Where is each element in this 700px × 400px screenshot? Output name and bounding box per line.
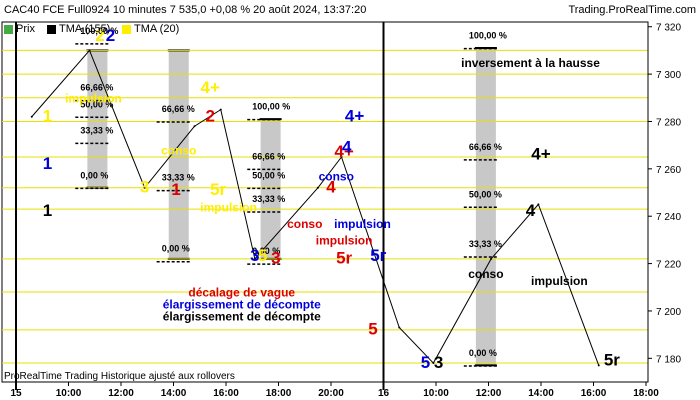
x-tick-label-6: 20:00 bbox=[318, 388, 344, 399]
wave-annotation-6: 3 bbox=[140, 178, 149, 197]
x-tick-label-12: 18:00 bbox=[633, 388, 659, 399]
bar-percent-label-11: 33,33 % bbox=[252, 194, 285, 204]
legend-item-tma155[interactable]: TMA (155) bbox=[47, 23, 110, 35]
bar-percent-label-7: 0,00 % bbox=[162, 244, 190, 254]
wave-point-0-6 bbox=[316, 186, 319, 189]
legend-swatch-tma20 bbox=[122, 24, 131, 34]
bar-percent-label-4: 0,00 % bbox=[80, 170, 108, 180]
wave-annotation-1: 1 bbox=[43, 154, 52, 173]
wave-annotation-21: impulsion bbox=[334, 217, 391, 231]
bar-percent-label-3: 33,33 % bbox=[80, 125, 113, 135]
x-tick-label-3: 14:00 bbox=[161, 388, 187, 399]
x-tick-label-9: 12:00 bbox=[476, 388, 502, 399]
wave-annotation-22: conso bbox=[319, 170, 354, 184]
y-tick-label-4: 7 260 bbox=[656, 165, 681, 176]
x-tick-label-4: 16:00 bbox=[213, 388, 239, 399]
x-tick-label-5: 18:00 bbox=[266, 388, 292, 399]
wave-annotation-35: 4+ bbox=[531, 144, 550, 163]
legend-item-tma20[interactable]: TMA (20) bbox=[122, 23, 179, 35]
x-tick-label-1: 10:00 bbox=[56, 388, 82, 399]
wave-annotation-0: 1 bbox=[43, 106, 52, 125]
wave-annotation-34: inversement à la hausse bbox=[461, 56, 600, 70]
bar-percent-label-5: 66,66 % bbox=[162, 104, 195, 114]
y-tick-label-3: 7 240 bbox=[656, 212, 681, 223]
wave-annotation-25: 4 bbox=[342, 137, 352, 156]
wave-point-0-8 bbox=[398, 326, 401, 329]
wave-annotation-7: 1 bbox=[171, 180, 180, 199]
wave-annotation-28: 5r bbox=[370, 246, 386, 265]
wave-annotation-30: 5 bbox=[421, 353, 430, 372]
wave-annotation-33: impulsion bbox=[531, 274, 588, 288]
x-tick-label-10: 14:00 bbox=[528, 388, 554, 399]
wave-point-0-4 bbox=[219, 108, 222, 111]
chart-header: CAC40 FCE Full0924 10 minutes 7 535,0 +0… bbox=[0, 0, 700, 20]
wave-annotation-27: 5r bbox=[336, 249, 352, 268]
legend-swatch-price bbox=[4, 24, 13, 34]
chart-title: CAC40 FCE Full0924 10 minutes 7 535,0 +0… bbox=[4, 4, 367, 16]
legend-label-tma20: TMA (20) bbox=[134, 23, 180, 35]
wave-point-0-10 bbox=[490, 257, 493, 260]
bar-percent-label-9: 66,66 % bbox=[252, 151, 285, 161]
bar-percent-label-15: 50,00 % bbox=[469, 189, 502, 199]
legend-label-tma155: TMA (155) bbox=[59, 23, 111, 35]
wave-annotation-36: 4 bbox=[526, 201, 536, 220]
wave-point-0-3 bbox=[193, 125, 196, 128]
footer-note: ProRealTime Trading Historique ajusté au… bbox=[4, 371, 235, 382]
x-tick-label-8: 10:00 bbox=[423, 388, 449, 399]
brand-label: Trading.ProRealTime.com bbox=[568, 4, 696, 16]
x-tick-label-11: 16:00 bbox=[581, 388, 607, 399]
wave-point-0-12 bbox=[597, 364, 600, 367]
bar-percent-label-10: 50,00 % bbox=[252, 170, 285, 180]
wave-annotation-17: 5 bbox=[258, 246, 267, 265]
x-tick-label-7: 16 bbox=[378, 388, 390, 399]
indicator-legend: Prix TMA (155) TMA (20) bbox=[0, 20, 700, 38]
wave-annotation-32: conso bbox=[468, 267, 503, 281]
legend-item-price[interactable]: Prix bbox=[4, 23, 35, 35]
wave-annotation-2: 1 bbox=[43, 201, 52, 220]
y-tick-label-1: 7 200 bbox=[656, 307, 681, 318]
bar-percent-label-17: 0,00 % bbox=[469, 348, 497, 358]
y-tick-label-6: 7 300 bbox=[656, 70, 681, 81]
wave-point-0-11 bbox=[537, 203, 540, 206]
wave-annotation-26: 4+ bbox=[345, 106, 364, 125]
bar-percent-label-16: 33,33 % bbox=[469, 239, 502, 249]
x-tick-label-0: 15 bbox=[10, 388, 22, 399]
y-tick-label-2: 7 220 bbox=[656, 260, 681, 271]
wave-point-0-0 bbox=[30, 115, 33, 118]
y-tick-label-5: 7 280 bbox=[656, 117, 681, 128]
wave-point-0-1 bbox=[88, 49, 91, 52]
wave-annotation-23: 4 bbox=[326, 178, 336, 197]
wave-annotation-31: 3 bbox=[434, 353, 443, 372]
wave-annotation-18: 3 bbox=[271, 249, 280, 268]
wave-annotation-15: élargissement de décompte bbox=[163, 309, 321, 323]
wave-annotation-12: impulsion bbox=[200, 200, 257, 214]
wave-annotation-37: 5r bbox=[604, 350, 620, 369]
wave-annotation-11: 5r bbox=[210, 180, 226, 199]
wave-annotation-8: conso bbox=[161, 144, 196, 158]
bar-percent-label-8: 100,00 % bbox=[252, 102, 290, 112]
wave-annotation-29: 5 bbox=[368, 320, 377, 339]
x-tick-label-2: 12:00 bbox=[108, 388, 134, 399]
y-tick-label-0: 7 180 bbox=[656, 354, 681, 365]
wave-annotation-20: impulsion bbox=[316, 234, 373, 248]
legend-swatch-tma155 bbox=[47, 24, 56, 34]
bar-percent-label-14: 66,66 % bbox=[469, 142, 502, 152]
wave-annotation-19: conso bbox=[287, 217, 322, 231]
wave-annotation-9: 4+ bbox=[201, 78, 220, 97]
legend-label-price: Prix bbox=[16, 23, 35, 35]
chart-canvas: 7 1807 2007 2207 2407 2607 2807 3007 320… bbox=[1, 21, 700, 399]
wave-annotation-10: 2 bbox=[206, 106, 215, 125]
wave-annotation-5: impulsion bbox=[65, 92, 122, 106]
